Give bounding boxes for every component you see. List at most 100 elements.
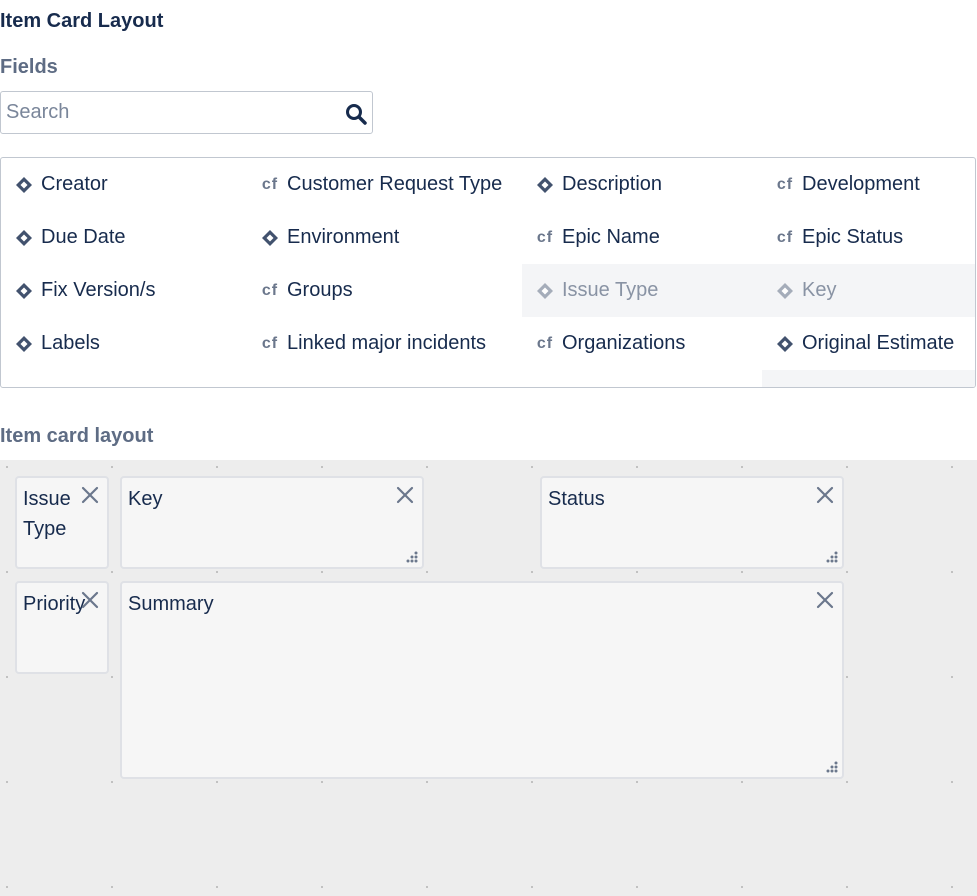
- diamond-icon: [776, 388, 794, 389]
- field-item[interactable]: Due Date: [1, 211, 247, 264]
- field-label: Linked major incidents: [287, 332, 486, 354]
- diamond-icon: [776, 335, 794, 353]
- grid-dot: [846, 886, 848, 888]
- grid-dot: [426, 886, 428, 888]
- search-input[interactable]: [6, 92, 336, 133]
- custom-field-icon: cf: [776, 175, 794, 193]
- card-layout-grid[interactable]: Issue Type Key Status Priority Summary: [0, 460, 977, 896]
- field-item[interactable]: Creator: [1, 158, 247, 211]
- field-item[interactable]: cf Customer Request Type: [247, 158, 522, 211]
- page-title: Item Card Layout: [0, 10, 164, 32]
- close-icon[interactable]: [816, 486, 834, 504]
- field-item[interactable]: Parent: [247, 370, 522, 387]
- grid-dot: [531, 886, 533, 888]
- field-label: Parent: [287, 385, 346, 387]
- grid-dot: [846, 676, 848, 678]
- layout-card[interactable]: Issue Type: [15, 476, 109, 569]
- field-label: Customer Request Type: [287, 173, 503, 195]
- field-item: Priority: [762, 370, 975, 389]
- field-label: Epic Status: [802, 226, 904, 248]
- close-icon[interactable]: [81, 486, 99, 504]
- field-item[interactable]: Labels: [1, 317, 247, 370]
- field-item[interactable]: cf Development: [762, 158, 975, 211]
- field-item[interactable]: cf Original story points: [1, 370, 247, 389]
- grid-dot: [846, 466, 848, 468]
- grid-dot: [531, 466, 533, 468]
- diamond-icon: [261, 229, 279, 247]
- layout-card[interactable]: Status: [540, 476, 844, 569]
- field-label: Environment: [287, 226, 400, 248]
- field-label: Original story points: [41, 385, 218, 387]
- grid-dot: [741, 886, 743, 888]
- grid-dot: [426, 466, 428, 468]
- field-item[interactable]: cf Epic Name: [522, 211, 762, 264]
- field-item[interactable]: cf Parent Link: [522, 370, 762, 389]
- grid-dot: [741, 466, 743, 468]
- grid-dot: [951, 781, 953, 783]
- grid-dot: [216, 781, 218, 783]
- close-icon[interactable]: [81, 591, 99, 609]
- custom-field-icon: cf: [536, 228, 554, 246]
- field-label: Labels: [41, 332, 100, 354]
- grid-dot: [321, 886, 323, 888]
- field-item[interactable]: cf Organizations: [522, 317, 762, 370]
- grid-dot: [111, 676, 113, 678]
- custom-field-icon: cf: [261, 175, 279, 193]
- field-label: Parent Link: [562, 385, 663, 387]
- field-item[interactable]: cf Epic Status: [762, 211, 975, 264]
- field-label: Development: [802, 173, 920, 195]
- grid-dot: [216, 571, 218, 573]
- custom-field-icon: cf: [15, 388, 33, 389]
- resize-handle-icon[interactable]: [825, 550, 839, 564]
- layout-card[interactable]: Priority: [15, 581, 109, 674]
- diamond-icon: [15, 176, 33, 194]
- diamond-icon: [776, 282, 794, 300]
- custom-field-icon: cf: [536, 388, 554, 389]
- grid-dot: [6, 466, 8, 468]
- close-icon[interactable]: [816, 591, 834, 609]
- field-item[interactable]: Original Estimate: [762, 317, 975, 370]
- field-label: Due Date: [41, 226, 126, 248]
- resize-handle-icon[interactable]: [825, 760, 839, 774]
- grid-dot: [636, 886, 638, 888]
- grid-dot: [636, 466, 638, 468]
- grid-dot: [741, 571, 743, 573]
- field-item[interactable]: cf Groups: [247, 264, 522, 317]
- diamond-icon: [15, 229, 33, 247]
- close-icon[interactable]: [396, 486, 414, 504]
- layout-card[interactable]: Key: [120, 476, 424, 569]
- field-item[interactable]: Environment: [247, 211, 522, 264]
- grid-dot: [951, 886, 953, 888]
- custom-field-icon: cf: [261, 281, 279, 299]
- field-label: Issue Type: [562, 279, 659, 301]
- grid-dot: [321, 466, 323, 468]
- field-label: Description: [562, 173, 663, 195]
- diamond-icon: [15, 282, 33, 300]
- search-icon[interactable]: [344, 102, 368, 126]
- diamond-icon: [15, 335, 33, 353]
- grid-dot: [6, 781, 8, 783]
- custom-field-icon: cf: [776, 228, 794, 246]
- field-label: Original Estimate: [802, 332, 955, 354]
- grid-dot: [531, 571, 533, 573]
- field-item[interactable]: Description: [522, 158, 762, 211]
- custom-field-icon: cf: [536, 334, 554, 352]
- grid-dot: [6, 676, 8, 678]
- grid-dot: [111, 571, 113, 573]
- field-label: Organizations: [562, 332, 686, 354]
- field-item[interactable]: Fix Version/s: [1, 264, 247, 317]
- grid-dot: [111, 466, 113, 468]
- grid-dot: [321, 781, 323, 783]
- field-item[interactable]: cf Linked major incidents: [247, 317, 522, 370]
- grid-dot: [216, 466, 218, 468]
- field-item: Key: [762, 264, 975, 317]
- grid-dot: [636, 571, 638, 573]
- grid-dot: [111, 886, 113, 888]
- layout-card[interactable]: Summary: [120, 581, 844, 779]
- field-label: Groups: [287, 279, 353, 301]
- resize-handle-icon[interactable]: [405, 550, 419, 564]
- fields-list[interactable]: Creator cf Customer Request Type Descriptio…: [0, 157, 976, 388]
- card-label: Status: [548, 488, 605, 510]
- grid-dot: [846, 781, 848, 783]
- grid-dot: [951, 466, 953, 468]
